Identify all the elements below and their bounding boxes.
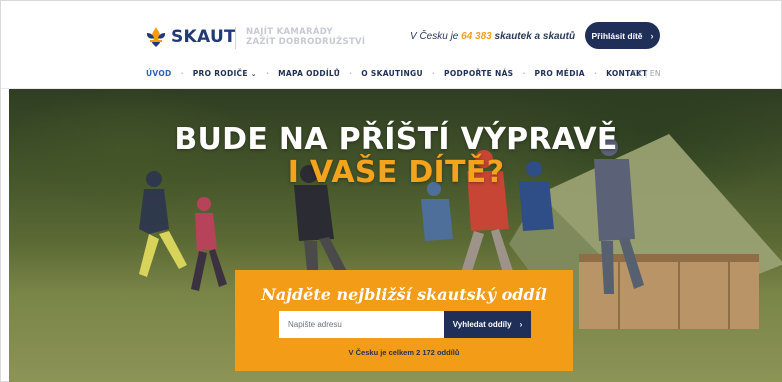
address-search-input[interactable] [279,311,444,338]
nav-item-podporte-nas[interactable]: PODPOŘTE NÁS [444,69,513,78]
nav-separator: · [522,69,526,78]
language-switcher: CZ | EN [632,69,661,78]
nav-item-pro-media[interactable]: PRO MÉDIA [535,69,585,78]
nav-item-o-skautingu[interactable]: O SKAUTINGU [361,69,423,78]
stat-number: 64 383 [461,31,492,42]
logo[interactable]: SKAUT [144,25,236,49]
logo-divider [235,27,236,49]
stat-prefix: V Česku je [410,31,462,42]
troop-search-card: Najděte nejbližší skautský oddíl Vyhleda… [235,270,573,371]
lang-cz[interactable]: CZ [632,69,643,78]
stat-suffix: skautek a skautů [491,31,576,42]
page: SKAUT NAJÍT KAMARÁDY ZAŽÍT DOBRODRUŽSTVÍ… [0,0,782,382]
nav-separator: · [593,69,598,78]
hero-banner: BUDE NA PŘÍŠTÍ VÝPRAVĚ I VAŠE DÍTĚ? Najd… [9,89,782,382]
scout-lily-icon [147,27,165,47]
nav-item-pro-rodice-label: PRO RODIČE [192,69,248,78]
lang-separator: | [644,69,648,78]
nav-separator: · [265,69,270,78]
chevron-right-icon: › [650,30,654,41]
nav-item-mapa-oddilu[interactable]: MAPA ODDÍLŮ [278,69,340,78]
hero-headline-line-2: I VAŠE DÍTĚ? [287,155,505,190]
hero-headline-line-1: BUDE NA PŘÍŠTÍ VÝPRAVĚ [174,122,618,157]
enroll-child-button[interactable]: Přihlásit dítě › [585,22,660,49]
enroll-child-label: Přihlásit dítě [591,30,643,41]
search-card-title: Najděte nejbližší skautský oddíl [261,285,547,304]
scout-count-stat: V Česku je 64 383 skautek a skautů [410,31,575,42]
site-header: SKAUT NAJÍT KAMARÁDY ZAŽÍT DOBRODRUŽSTVÍ… [1,1,781,89]
tagline-line-1: NAJÍT KAMARÁDY [246,27,333,37]
main-nav: ÚVOD · PRO RODIČE ⌄ · MAPA ODDÍLŮ · O SKA… [146,69,648,78]
nav-item-pro-rodice[interactable]: PRO RODIČE ⌄ [193,69,257,78]
nav-separator: · [349,69,353,78]
lang-en[interactable]: EN [650,69,661,78]
chevron-right-icon: › [519,320,523,329]
search-troops-label: Vyhledat oddíly [452,320,512,329]
hero-headline: BUDE NA PŘÍŠTÍ VÝPRAVĚ I VAŠE DÍTĚ? [9,123,782,189]
search-troops-button[interactable]: Vyhledat oddíly › [444,311,531,338]
tagline: NAJÍT KAMARÁDY ZAŽÍT DOBRODRUŽSTVÍ [246,27,365,47]
troop-count-text: V Česku je celkem 2 172 oddílů [348,348,460,357]
logo-text: SKAUT [171,27,236,47]
nav-separator: · [431,69,436,78]
chevron-down-icon: ⌄ [250,70,257,78]
tagline-line-2: ZAŽÍT DOBRODRUŽSTVÍ [246,37,366,47]
nav-separator: · [180,69,184,78]
nav-item-uvod[interactable]: ÚVOD [146,69,172,78]
